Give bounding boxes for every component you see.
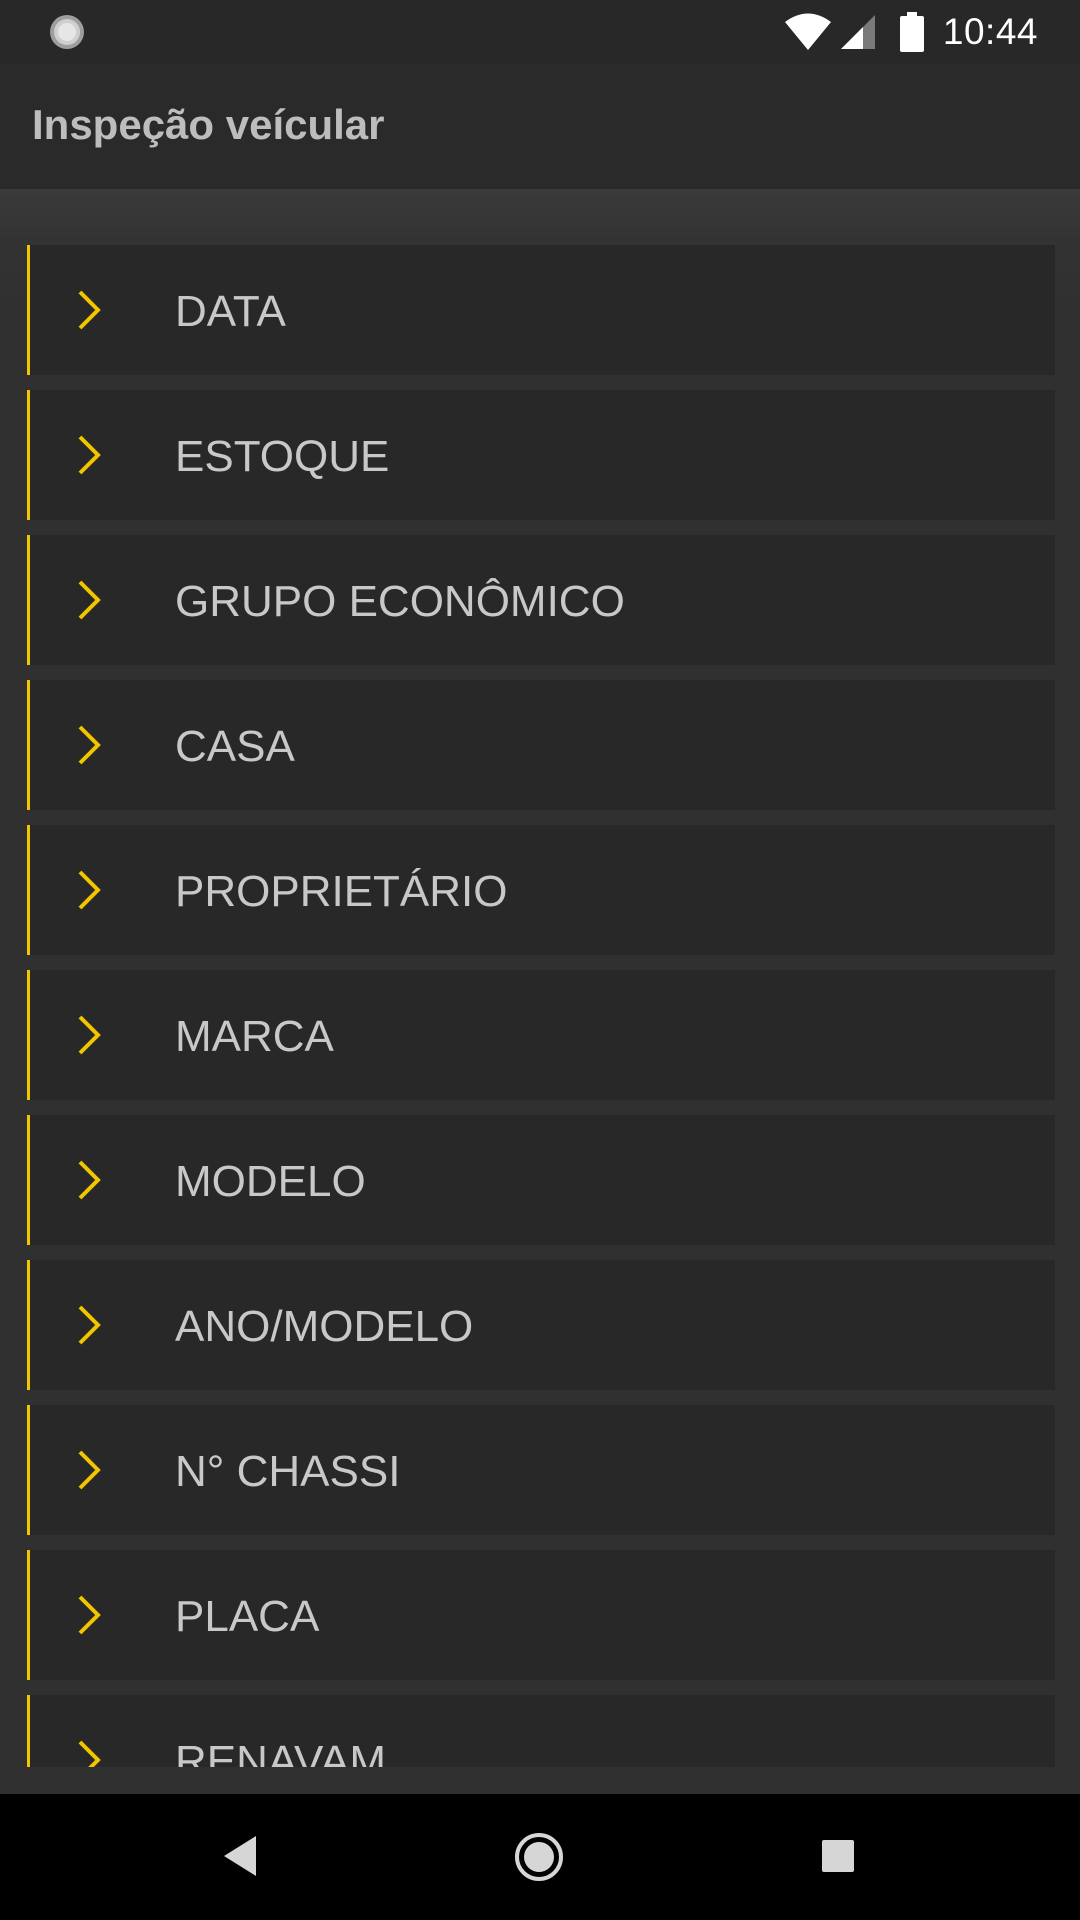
menu-item-label: PROPRIETÁRIO xyxy=(175,867,508,916)
chevron-right-icon xyxy=(78,1595,101,1635)
menu-item-estoque[interactable]: ESTOQUE xyxy=(27,390,1055,520)
menu-item-label: MODELO xyxy=(175,1157,366,1206)
menu-item-label: MARCA xyxy=(175,1012,334,1061)
chevron-right-icon xyxy=(78,870,101,910)
chevron-right-icon xyxy=(78,1450,101,1490)
menu-item-label: DATA xyxy=(175,287,286,336)
chevron-right-icon xyxy=(78,1740,101,1767)
chevron-right-icon xyxy=(78,1160,101,1200)
menu-item-marca[interactable]: MARCA xyxy=(27,970,1055,1100)
menu-item-modelo[interactable]: MODELO xyxy=(27,1115,1055,1245)
status-bar: 10:44 xyxy=(0,0,1080,63)
recents-icon[interactable] xyxy=(821,1839,855,1873)
menu-item-chassi[interactable]: N° CHASSI xyxy=(27,1405,1055,1535)
menu-item-label: PLACA xyxy=(175,1592,320,1641)
menu-item-renavam[interactable]: RENAVAM xyxy=(27,1695,1055,1767)
menu-item-label: N° CHASSI xyxy=(175,1447,401,1496)
battery-icon xyxy=(899,12,924,52)
status-time: 10:44 xyxy=(942,11,1038,52)
chevron-right-icon xyxy=(78,1305,101,1345)
menu-item-label: RENAVAM xyxy=(175,1737,387,1768)
menu-item-grupo-economico[interactable]: GRUPO ECONÔMICO xyxy=(27,535,1055,665)
menu-list: DATA ESTOQUE GRUPO ECONÔMICO CASA PROPRI… xyxy=(27,245,1055,1767)
menu-item-data[interactable]: DATA xyxy=(27,245,1055,375)
menu-item-proprietario[interactable]: PROPRIETÁRIO xyxy=(27,825,1055,955)
app-bar: Inspeção veícular xyxy=(0,63,1080,189)
menu-list-area[interactable]: DATA ESTOQUE GRUPO ECONÔMICO CASA PROPRI… xyxy=(0,189,1080,1767)
menu-item-label: GRUPO ECONÔMICO xyxy=(175,577,625,626)
loading-icon xyxy=(50,15,84,49)
wifi-icon xyxy=(784,13,831,50)
chevron-right-icon xyxy=(78,290,101,330)
menu-item-casa[interactable]: CASA xyxy=(27,680,1055,810)
status-icons: 10:44 xyxy=(783,6,1038,58)
chevron-right-icon xyxy=(78,725,101,765)
page-title: Inspeção veícular xyxy=(32,101,385,148)
navigation-bar xyxy=(0,1794,1080,1920)
home-icon[interactable] xyxy=(514,1832,564,1882)
menu-item-label: ESTOQUE xyxy=(175,432,390,481)
menu-item-label: ANO/MODELO xyxy=(175,1302,474,1351)
menu-item-placa[interactable]: PLACA xyxy=(27,1550,1055,1680)
chevron-right-icon xyxy=(78,435,101,475)
menu-item-ano-modelo[interactable]: ANO/MODELO xyxy=(27,1260,1055,1390)
menu-item-label: CASA xyxy=(175,722,295,771)
chevron-right-icon xyxy=(78,580,101,620)
chevron-right-icon xyxy=(78,1015,101,1055)
signal-icon xyxy=(840,15,875,49)
back-icon[interactable] xyxy=(222,1834,258,1878)
